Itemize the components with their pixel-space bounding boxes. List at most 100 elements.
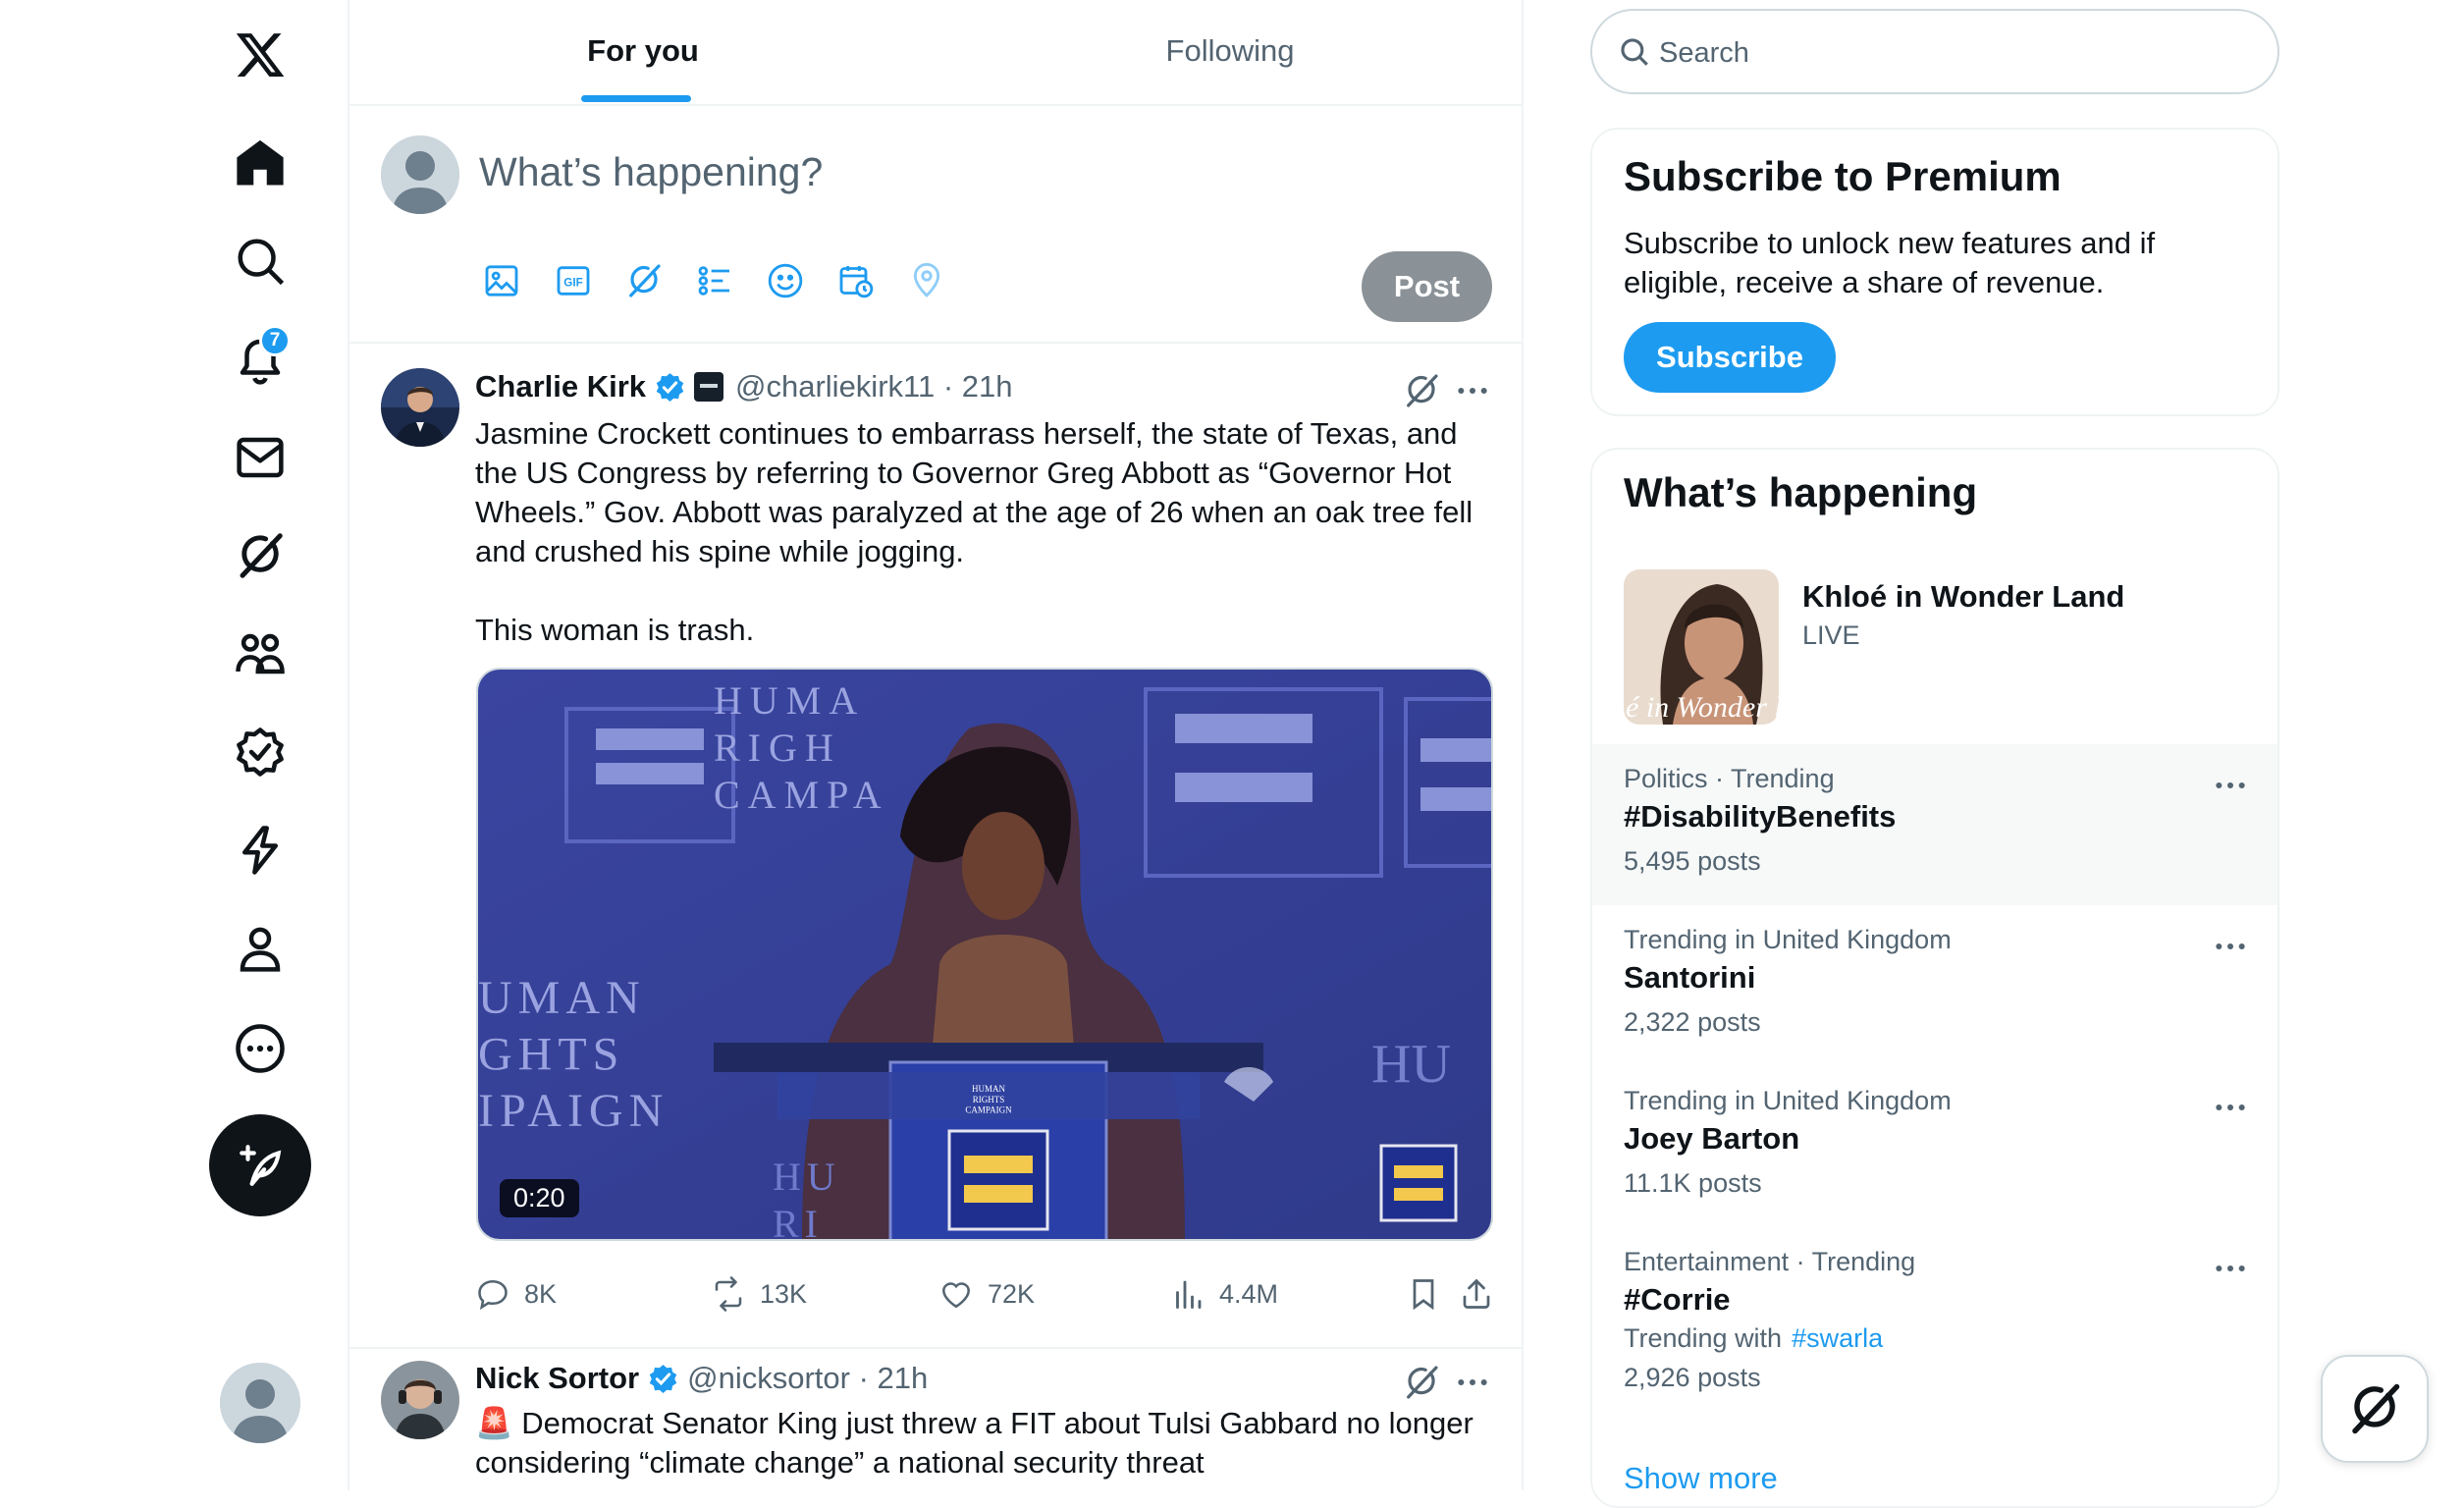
- x-logo-icon[interactable]: [227, 22, 294, 88]
- trend-context: Politics · Trending: [1624, 764, 1835, 793]
- home-icon[interactable]: [227, 130, 294, 196]
- tab-for-you[interactable]: For you: [349, 0, 937, 102]
- location-icon: [907, 261, 946, 300]
- grok-floating-button[interactable]: [2321, 1355, 2429, 1463]
- grok-icon[interactable]: [227, 522, 294, 589]
- premium-title: Subscribe to Premium: [1624, 153, 2062, 199]
- reply-count: 8K: [524, 1278, 558, 1309]
- schedule-icon[interactable]: [836, 261, 876, 300]
- grok-icon[interactable]: [624, 261, 664, 300]
- trend-context: Entertainment · Trending: [1624, 1247, 1916, 1276]
- tweet-time[interactable]: 21h: [962, 369, 1013, 404]
- lightning-icon[interactable]: [227, 817, 294, 884]
- subscribe-button[interactable]: Subscribe: [1624, 322, 1836, 393]
- trend-name: #DisabilityBenefits: [1624, 799, 1897, 834]
- grok-icon[interactable]: [1402, 1363, 1441, 1402]
- trend-item[interactable]: Entertainment · Trending #Corrie Trendin…: [1592, 1227, 2277, 1433]
- tweet[interactable]: Charlie Kirk @charliekirk11 · 21h Jasmin…: [349, 344, 1522, 1349]
- live-title: Khloé in Wonder Land: [1802, 579, 2125, 614]
- trend-item[interactable]: Trending in United Kingdom Joey Barton 1…: [1592, 1066, 2277, 1227]
- tweet[interactable]: Nick Sortor @nicksortor · 21h 🚨 Democrat…: [349, 1347, 1522, 1490]
- search-icon: [1621, 38, 1648, 66]
- trend-item[interactable]: Politics · Trending #DisabilityBenefits …: [1592, 744, 2277, 905]
- author-handle[interactable]: @nicksortor: [687, 1361, 850, 1396]
- more-options-icon[interactable]: [1453, 371, 1492, 410]
- repost-icon: [715, 1276, 742, 1312]
- post-button[interactable]: Post: [1362, 251, 1492, 322]
- trend-related-tag[interactable]: #swarla: [1792, 1323, 1883, 1353]
- live-event[interactable]: é in Wonder l Khloé in Wonder Land LIVE: [1592, 558, 2277, 734]
- account-avatar[interactable]: [220, 1363, 300, 1443]
- trend-context: Trending in United Kingdom: [1624, 925, 1952, 954]
- reply-button[interactable]: 8K: [475, 1274, 557, 1314]
- grok-icon: [2352, 1383, 2400, 1434]
- trend-context: Trending in United Kingdom: [1624, 1086, 1952, 1115]
- trend-name: #Corrie: [1624, 1282, 1731, 1317]
- live-status: LIVE: [1802, 620, 1860, 650]
- more-options-icon[interactable]: [2211, 1088, 2250, 1127]
- live-thumbnail: é in Wonder l: [1624, 569, 1779, 725]
- author-name[interactable]: Charlie Kirk: [475, 369, 646, 404]
- share-button[interactable]: [1459, 1274, 1508, 1314]
- gif-icon[interactable]: GIF: [554, 261, 593, 300]
- whats-happening-title: What’s happening: [1624, 469, 1978, 515]
- trend-post-count: 5,495 posts: [1624, 846, 1761, 876]
- trend-related-label: Trending with: [1624, 1323, 1783, 1353]
- trend-name: Joey Barton: [1624, 1121, 1800, 1156]
- show-more-link[interactable]: Show more: [1624, 1461, 1778, 1496]
- whats-happening-card: What’s happening é in Wonder l Khloé in …: [1590, 448, 2279, 1508]
- like-count: 72K: [988, 1278, 1036, 1309]
- more-options-icon[interactable]: [2211, 1249, 2250, 1288]
- like-button[interactable]: 72K: [938, 1274, 1035, 1314]
- more-options-icon[interactable]: [1453, 1363, 1492, 1402]
- trend-item[interactable]: Trending in United Kingdom Santorini 2,3…: [1592, 905, 2277, 1066]
- verified-badge-icon: [649, 1364, 677, 1393]
- tweet-time[interactable]: 21h: [878, 1361, 929, 1396]
- grok-icon[interactable]: [1402, 371, 1441, 410]
- trend-post-count: 2,322 posts: [1624, 1007, 1761, 1037]
- tweet-header: Charlie Kirk @charliekirk11 · 21h: [475, 369, 1013, 404]
- affiliate-badge-icon: [694, 372, 724, 402]
- person-icon[interactable]: [227, 915, 294, 982]
- search-input[interactable]: [1657, 28, 2250, 78]
- poll-icon[interactable]: [695, 261, 734, 300]
- views-icon: [1176, 1280, 1202, 1309]
- people-icon[interactable]: [227, 620, 294, 687]
- compose-post-button[interactable]: [209, 1114, 311, 1216]
- video-frame: HUMA RIGH CAMPA UMAN GHTS IPAIGN HU HUMAN RIG…: [478, 670, 1491, 1239]
- svg-text:GIF: GIF: [563, 276, 582, 289]
- envelope-icon[interactable]: [227, 424, 294, 491]
- more-options-icon[interactable]: [2211, 927, 2250, 966]
- search-icon[interactable]: [227, 228, 294, 295]
- verified-badge-icon: [656, 372, 684, 402]
- author-name[interactable]: Nick Sortor: [475, 1361, 639, 1396]
- trend-post-count: 11.1K posts: [1624, 1168, 1762, 1198]
- trend-name: Santorini: [1624, 960, 1756, 995]
- tweet-video[interactable]: HUMA RIGH CAMPA UMAN GHTS IPAIGN HU HUMAN RIG…: [476, 668, 1493, 1241]
- author-avatar[interactable]: [381, 368, 459, 447]
- author-avatar[interactable]: [381, 1361, 459, 1439]
- more-options-icon[interactable]: [2211, 766, 2250, 805]
- search-box[interactable]: [1590, 9, 2279, 94]
- bookmark-button[interactable]: [1406, 1274, 1455, 1314]
- banner-text-right: HU: [1371, 1034, 1451, 1095]
- tab-following[interactable]: Following: [937, 0, 1522, 102]
- image-icon[interactable]: [482, 261, 521, 300]
- verified-badge-icon[interactable]: [227, 719, 294, 785]
- share-icon: [1463, 1278, 1490, 1309]
- notifications-badge: 7: [259, 325, 291, 356]
- composer-avatar: [381, 135, 459, 214]
- tweet-header: Nick Sortor @nicksortor · 21h: [475, 1361, 928, 1396]
- author-handle[interactable]: @charliekirk11: [735, 369, 935, 404]
- views-button[interactable]: 4.4M: [1170, 1274, 1278, 1314]
- post-composer: What’s happening? GIF Post: [349, 104, 1522, 344]
- composer-input[interactable]: What’s happening?: [479, 149, 823, 195]
- emoji-icon[interactable]: [766, 261, 805, 300]
- trend-related: Trending with #swarla: [1624, 1323, 1883, 1354]
- tweet-text: Jasmine Crockett continues to embarrass …: [475, 416, 1473, 647]
- heart-icon: [941, 1282, 971, 1309]
- trend-post-count: 2,926 posts: [1624, 1363, 1761, 1392]
- repost-button[interactable]: 13K: [711, 1274, 807, 1314]
- more-circle-icon[interactable]: [227, 1015, 294, 1082]
- views-count: 4.4M: [1219, 1278, 1279, 1309]
